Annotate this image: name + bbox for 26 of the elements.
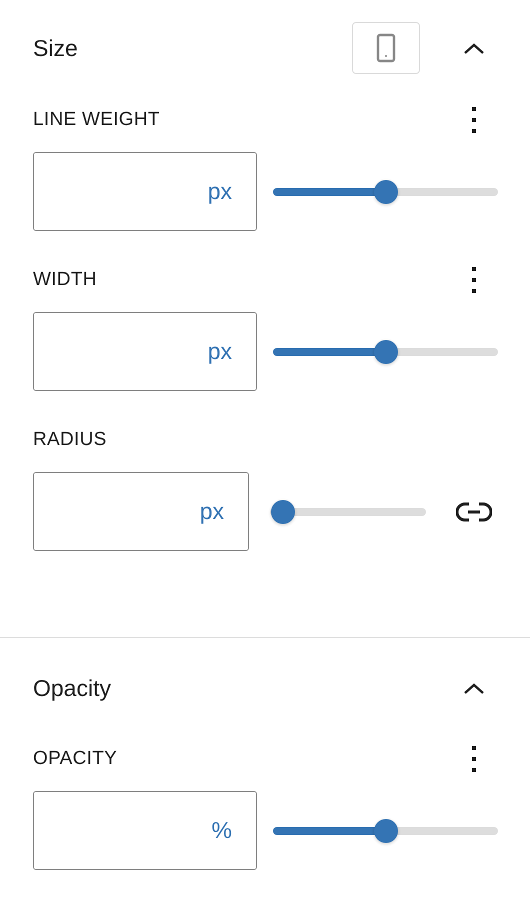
tablet-icon	[376, 33, 396, 63]
control-label: LINE WEIGHT	[33, 109, 161, 131]
control-label: WIDTH	[33, 269, 98, 291]
chevron-up-icon	[463, 681, 485, 695]
section-title: Opacity	[33, 674, 112, 702]
chevron-up-icon	[463, 41, 485, 55]
slider[interactable]	[273, 338, 498, 364]
number-input-field[interactable]: %	[33, 791, 257, 870]
number-input-field[interactable]: px	[33, 472, 249, 551]
slider-thumb[interactable]	[374, 340, 398, 364]
number-input-field[interactable]: px	[33, 312, 257, 391]
device-button[interactable]	[352, 22, 420, 74]
more-vertical-icon	[471, 745, 477, 773]
more-vertical-icon	[471, 106, 477, 134]
slider[interactable]	[270, 498, 426, 524]
control-label: RADIUS	[33, 429, 108, 451]
control-label: OPACITY	[33, 748, 118, 770]
slider-thumb[interactable]	[271, 500, 295, 524]
link-icon[interactable]	[456, 500, 492, 522]
section-title: Size	[33, 34, 79, 62]
number-input-field[interactable]: px	[33, 152, 257, 231]
slider-thumb[interactable]	[374, 818, 398, 842]
slider[interactable]	[273, 178, 498, 204]
slider[interactable]	[273, 818, 498, 844]
more-vertical-icon	[471, 266, 477, 294]
slider-thumb[interactable]	[374, 180, 398, 204]
